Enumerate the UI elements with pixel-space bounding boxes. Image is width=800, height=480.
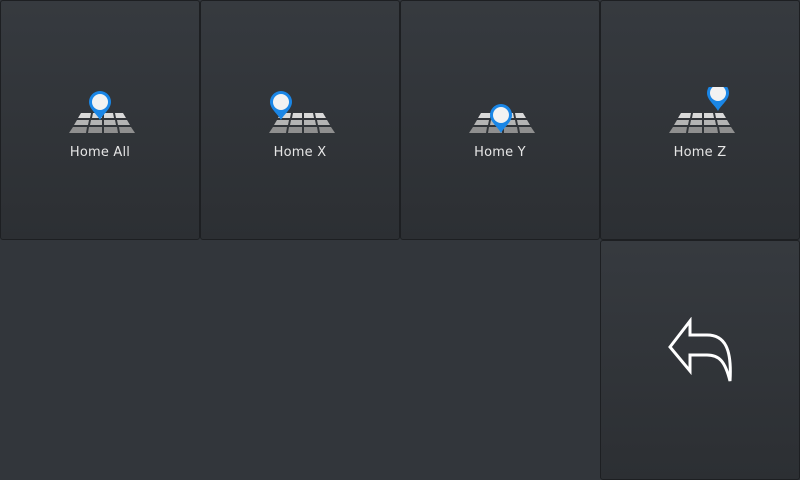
home-y-label: Home Y [474,145,526,160]
home-x-label: Home X [273,145,327,160]
home-all-icon [69,91,135,133]
home-z-icon [669,87,735,133]
home-x-icon [269,91,335,133]
home-all-button[interactable]: Home All [0,0,200,240]
back-arrow-icon [668,317,732,382]
home-x-button[interactable]: Home X [200,0,400,240]
home-y-button[interactable]: Home Y [400,0,600,240]
home-z-button[interactable]: Home Z [600,0,800,240]
home-y-icon [469,104,535,133]
home-screen: Home All Home X Home Y Home Z [0,0,800,480]
back-button[interactable] [600,240,800,480]
home-all-label: Home All [69,145,131,160]
home-z-label: Home Z [673,145,727,160]
